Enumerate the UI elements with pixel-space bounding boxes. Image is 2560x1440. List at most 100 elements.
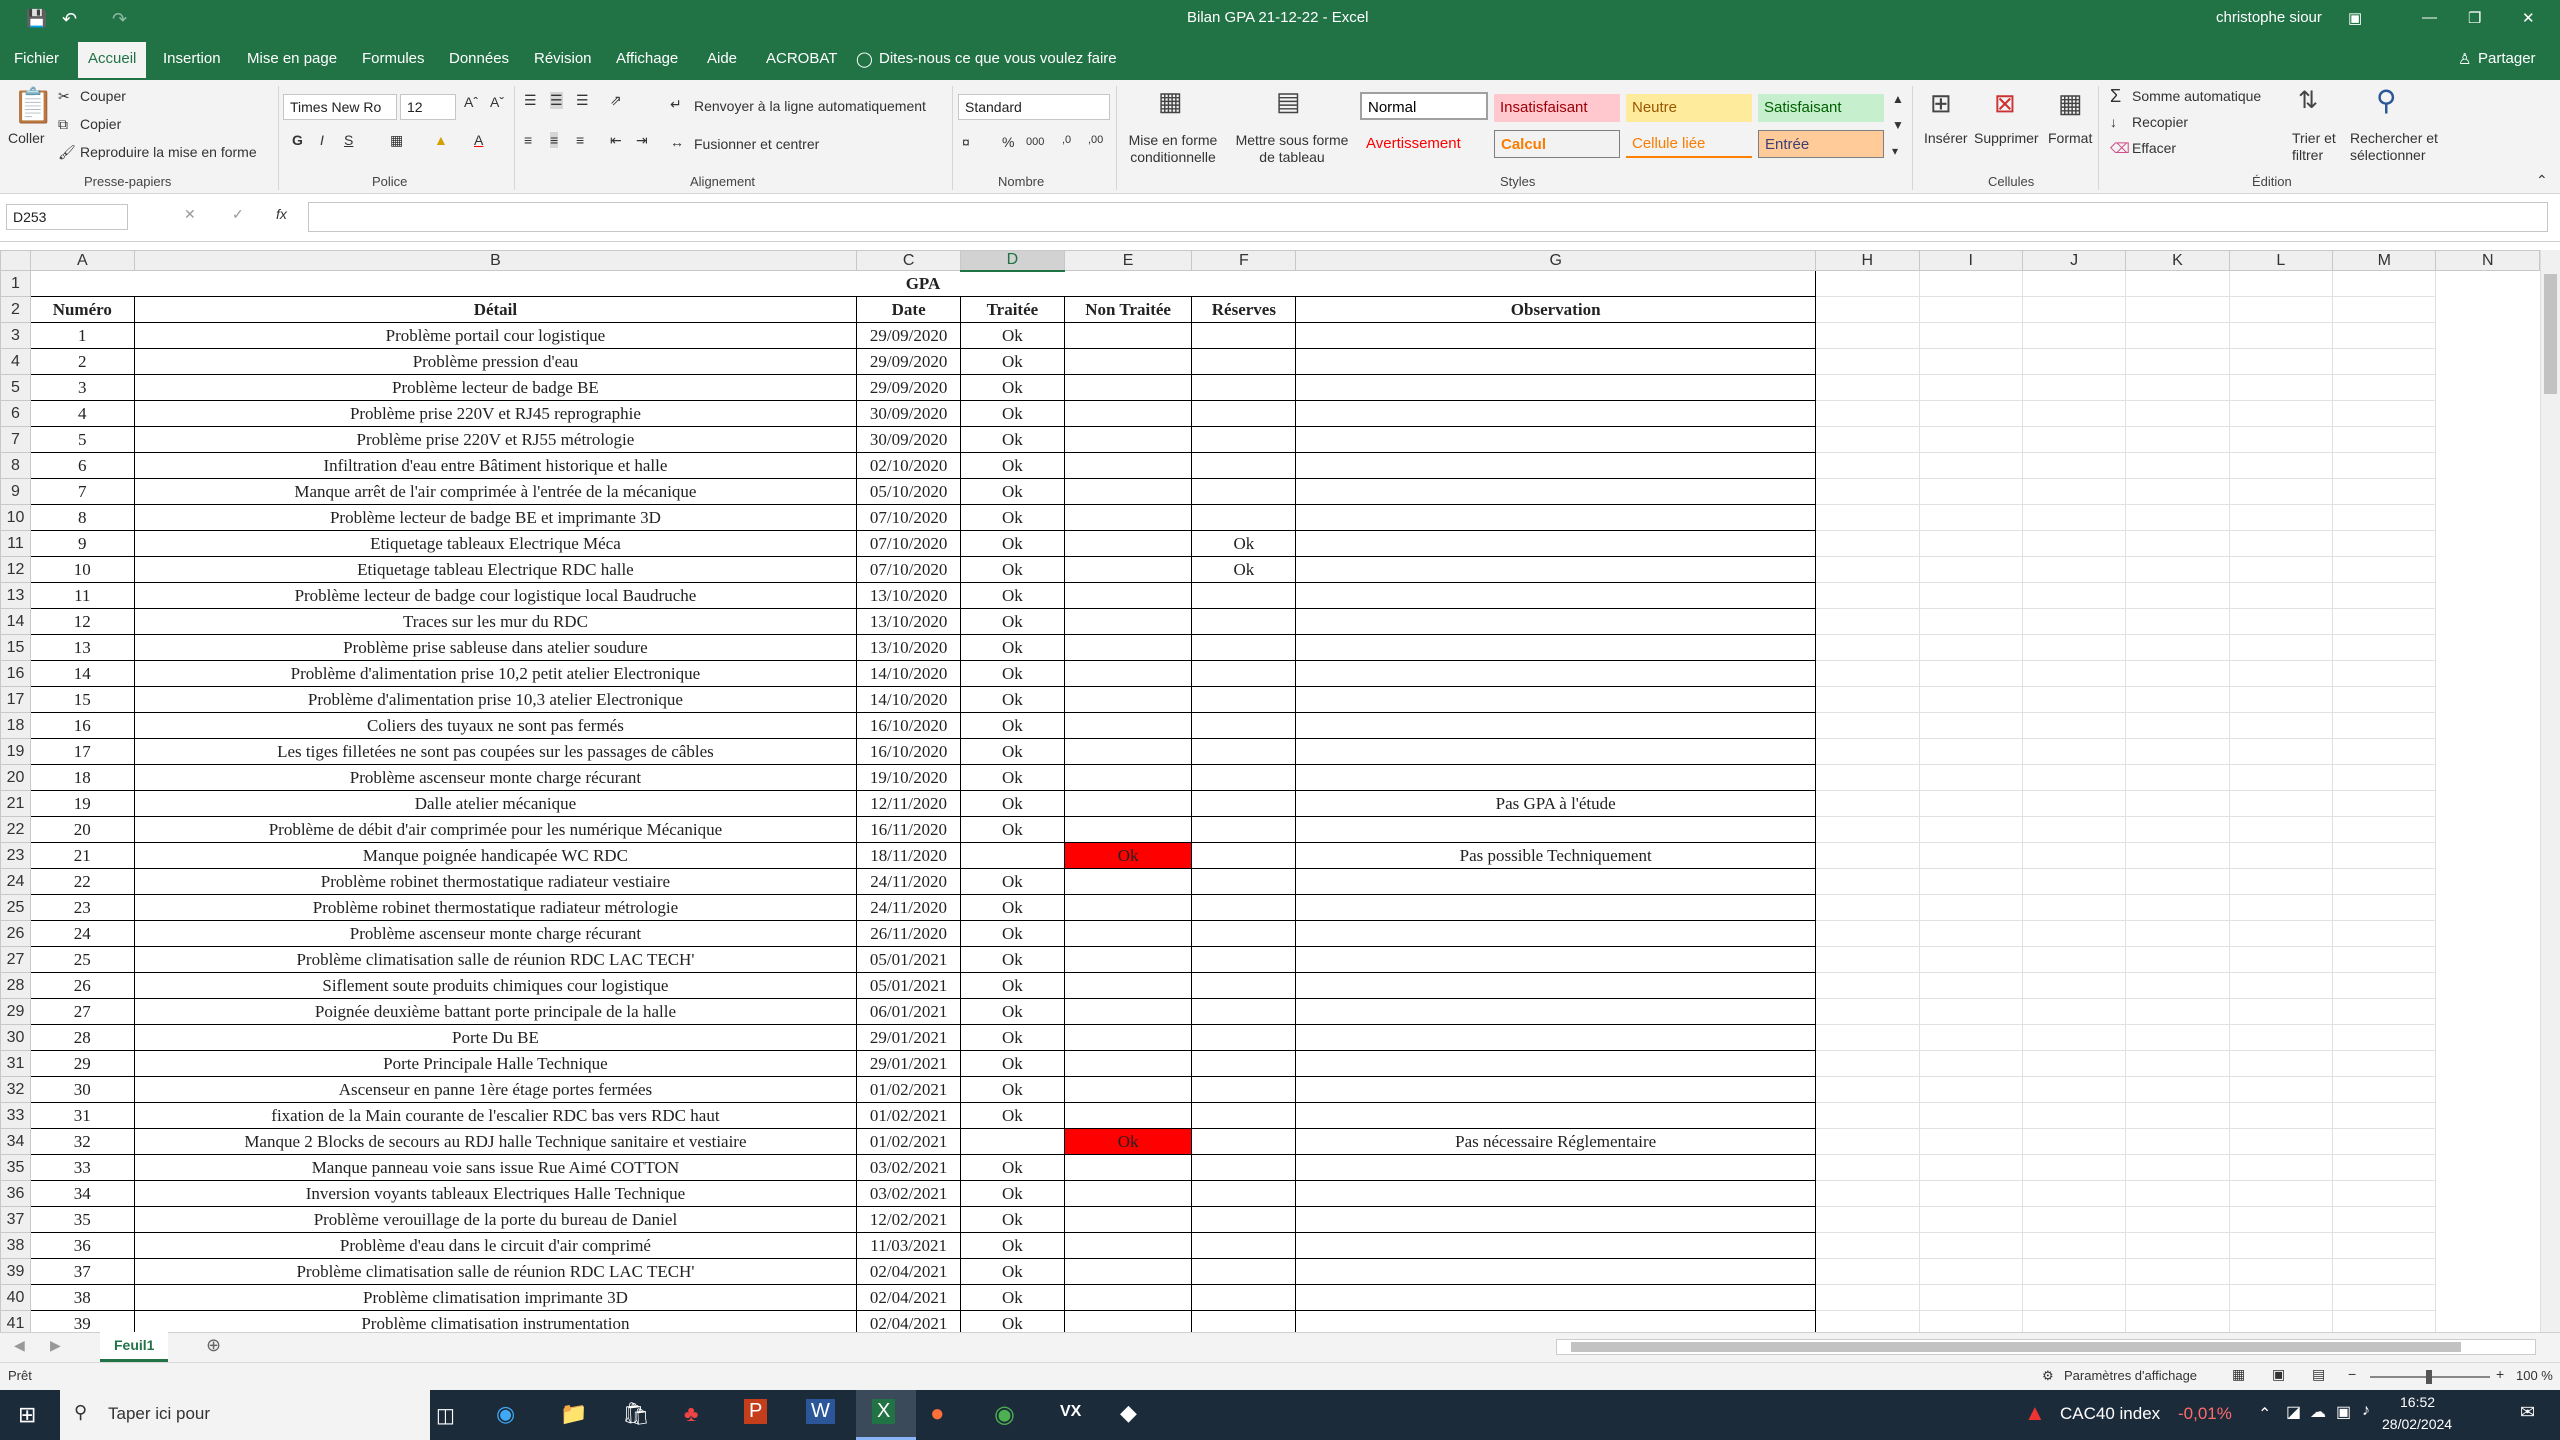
cell[interactable] bbox=[2228, 998, 2334, 1025]
cell[interactable]: Pas GPA à l'étude bbox=[1295, 790, 1817, 817]
cell[interactable] bbox=[1063, 1232, 1193, 1259]
column-header[interactable]: H bbox=[1815, 250, 1920, 271]
cell[interactable] bbox=[1295, 1076, 1817, 1103]
cell[interactable] bbox=[2228, 764, 2334, 791]
cell[interactable]: 13/10/2020 bbox=[856, 582, 962, 609]
format-painter-button[interactable]: Reproduire la mise en forme bbox=[80, 144, 257, 160]
cell[interactable] bbox=[2332, 426, 2437, 453]
cell[interactable]: 05/01/2021 bbox=[856, 972, 962, 999]
cell[interactable] bbox=[2021, 1310, 2127, 1332]
cell[interactable] bbox=[2021, 348, 2127, 375]
row-header[interactable]: 33 bbox=[0, 1102, 31, 1129]
cell[interactable]: 05/01/2021 bbox=[856, 946, 962, 973]
cell[interactable]: 02/04/2021 bbox=[856, 1284, 962, 1311]
cell[interactable] bbox=[1918, 1310, 2023, 1332]
cell[interactable] bbox=[1295, 348, 1817, 375]
cell[interactable] bbox=[1063, 764, 1193, 791]
cell[interactable] bbox=[2125, 816, 2230, 843]
tab-revision[interactable]: Révision bbox=[534, 50, 592, 67]
cell[interactable] bbox=[1191, 972, 1297, 999]
cell[interactable] bbox=[2332, 1180, 2437, 1207]
cell[interactable] bbox=[1295, 1180, 1817, 1207]
cell[interactable] bbox=[2125, 894, 2230, 921]
cell[interactable] bbox=[1191, 582, 1297, 609]
cell[interactable] bbox=[1063, 1284, 1193, 1311]
cell[interactable] bbox=[1063, 348, 1193, 375]
cell[interactable] bbox=[2228, 712, 2334, 739]
sheet-title[interactable]: GPA bbox=[29, 270, 1817, 297]
cell[interactable] bbox=[2125, 478, 2230, 505]
cell[interactable]: Les tiges filletées ne sont pas coupées … bbox=[133, 738, 858, 765]
cell[interactable] bbox=[2332, 270, 2437, 297]
row-header[interactable]: 20 bbox=[0, 764, 31, 791]
cell[interactable]: Ok bbox=[960, 374, 1065, 401]
cell[interactable] bbox=[1815, 920, 1920, 947]
paste-button[interactable]: Coller bbox=[8, 130, 45, 146]
column-header[interactable]: K bbox=[2125, 250, 2230, 271]
cell[interactable]: 13 bbox=[29, 634, 135, 661]
cell[interactable]: Ok bbox=[960, 764, 1065, 791]
cell[interactable]: Problème climatisation imprimante 3D bbox=[133, 1284, 858, 1311]
cell[interactable] bbox=[1918, 764, 2023, 791]
cell[interactable]: Manque panneau voie sans issue Rue Aimé … bbox=[133, 1154, 858, 1181]
font-size-select[interactable]: 12 bbox=[400, 94, 456, 120]
cell[interactable]: 03/02/2021 bbox=[856, 1180, 962, 1207]
cell[interactable]: 02/10/2020 bbox=[856, 452, 962, 479]
cell[interactable] bbox=[1063, 400, 1193, 427]
cell[interactable]: Problème portail cour logistique bbox=[133, 322, 858, 349]
cloud-icon[interactable]: ☁ bbox=[2310, 1402, 2326, 1422]
cell[interactable]: 31 bbox=[29, 1102, 135, 1129]
cell[interactable] bbox=[1918, 1024, 2023, 1051]
cell[interactable] bbox=[2021, 738, 2127, 765]
row-header[interactable]: 24 bbox=[0, 868, 31, 895]
cell[interactable] bbox=[2021, 374, 2127, 401]
cell[interactable] bbox=[1295, 1284, 1817, 1311]
cell[interactable] bbox=[1191, 1310, 1297, 1332]
cell[interactable] bbox=[1918, 1232, 2023, 1259]
cell[interactable] bbox=[960, 842, 1065, 869]
cell[interactable]: 01/02/2021 bbox=[856, 1128, 962, 1155]
row-header[interactable]: 16 bbox=[0, 660, 31, 687]
style-calcul[interactable]: Calcul bbox=[1494, 130, 1620, 158]
cell[interactable] bbox=[1815, 322, 1920, 349]
cell[interactable] bbox=[1815, 712, 1920, 739]
cell[interactable] bbox=[1063, 920, 1193, 947]
cell[interactable] bbox=[1191, 426, 1297, 453]
cell[interactable]: Manque poignée handicapée WC RDC bbox=[133, 842, 858, 869]
cell[interactable]: Ok bbox=[960, 738, 1065, 765]
cell[interactable] bbox=[1815, 634, 1920, 661]
add-sheet-icon[interactable]: ⊕ bbox=[206, 1335, 221, 1356]
cell[interactable] bbox=[1815, 1180, 1920, 1207]
zoom-level[interactable]: 100 % bbox=[2516, 1368, 2553, 1383]
cell[interactable]: 29/09/2020 bbox=[856, 322, 962, 349]
cell[interactable] bbox=[1295, 868, 1817, 895]
cell[interactable] bbox=[1063, 1180, 1193, 1207]
cell[interactable] bbox=[2125, 686, 2230, 713]
cell[interactable]: Ok bbox=[960, 1310, 1065, 1332]
cell[interactable] bbox=[1295, 1154, 1817, 1181]
cell[interactable]: Ok bbox=[960, 634, 1065, 661]
cell[interactable]: 18 bbox=[29, 764, 135, 791]
prev-sheet-icon[interactable]: ◀ bbox=[14, 1337, 25, 1354]
sort-filter-button[interactable]: Trier et filtrer bbox=[2292, 130, 2352, 164]
cell[interactable] bbox=[1063, 1076, 1193, 1103]
store-icon[interactable]: 🛍 bbox=[622, 1401, 650, 1427]
orientation-icon[interactable]: ⇗ bbox=[610, 92, 622, 109]
insert-function-icon[interactable]: fx bbox=[276, 206, 287, 222]
cell[interactable] bbox=[2228, 660, 2334, 687]
cell[interactable] bbox=[2021, 1076, 2127, 1103]
row-header[interactable]: 17 bbox=[0, 686, 31, 713]
cell[interactable]: Ok bbox=[960, 426, 1065, 453]
row-header[interactable]: 12 bbox=[0, 556, 31, 583]
row-header[interactable]: 19 bbox=[0, 738, 31, 765]
cell[interactable]: 2 bbox=[29, 348, 135, 375]
tab-aide[interactable]: Aide bbox=[707, 50, 737, 67]
cell[interactable] bbox=[2125, 1128, 2230, 1155]
cell[interactable] bbox=[1295, 1310, 1817, 1332]
cell[interactable] bbox=[1295, 556, 1817, 583]
cell[interactable]: Ok bbox=[960, 894, 1065, 921]
cell[interactable]: Problème d'alimentation prise 10,2 petit… bbox=[133, 660, 858, 687]
cell[interactable] bbox=[1295, 972, 1817, 999]
cell[interactable]: Siflement soute produits chimiques cour … bbox=[133, 972, 858, 999]
cell[interactable]: Ok bbox=[960, 998, 1065, 1025]
